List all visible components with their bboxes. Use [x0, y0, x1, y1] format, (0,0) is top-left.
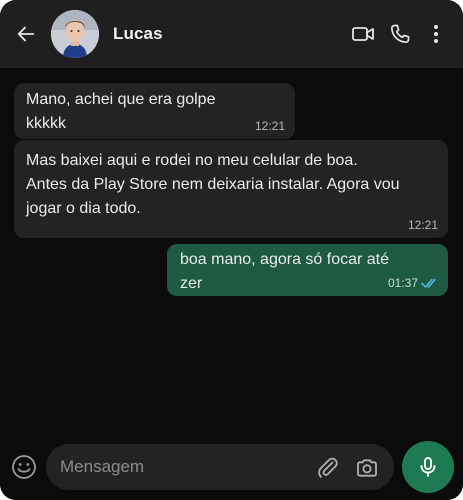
message-line: Mas baixei aqui e rodei no meu celular d… [26, 152, 358, 169]
message-line: Antes da Play Store nem deixaria instala… [26, 176, 400, 193]
message-line: jogar o dia todo. [26, 200, 141, 217]
read-ticks-icon [421, 278, 436, 288]
camera-icon[interactable] [355, 456, 379, 480]
avatar[interactable] [51, 10, 99, 58]
message-line: kkkkk [26, 115, 66, 132]
message-input-container [46, 444, 394, 490]
attach-icon[interactable] [316, 456, 340, 480]
voice-message-button[interactable] [402, 441, 454, 493]
message-line: boa mano, agora só focar até [180, 251, 390, 268]
video-call-icon[interactable] [351, 22, 375, 46]
back-arrow-icon[interactable] [15, 23, 37, 45]
emoji-icon[interactable] [10, 453, 38, 481]
message-bubble[interactable]: Mas baixei aqui e rodei no meu celular d… [14, 140, 448, 238]
more-options-icon[interactable] [424, 22, 448, 46]
contact-name[interactable]: Lucas [113, 24, 163, 44]
mic-icon [420, 457, 436, 477]
message-time: 01:37 [387, 276, 418, 290]
message-line: Mano, achei que era golpe [26, 91, 216, 108]
message-bubble-outgoing[interactable]: boa mano, agora só focar até zer 01:37 [167, 244, 448, 296]
chat-window: Lucas Mano, achei que era golpe kkkkk 12… [0, 0, 463, 500]
composer-bar [0, 434, 463, 500]
message-time: 12:21 [254, 119, 285, 133]
chat-header: Lucas [0, 0, 463, 68]
message-list: Mano, achei que era golpe kkkkk 12:21 Ma… [0, 68, 463, 434]
phone-icon[interactable] [388, 22, 412, 46]
message-input[interactable] [60, 444, 310, 490]
contact-photo [51, 10, 99, 58]
message-bubble[interactable]: Mano, achei que era golpe kkkkk 12:21 [14, 83, 295, 139]
message-time: 12:21 [407, 218, 438, 232]
